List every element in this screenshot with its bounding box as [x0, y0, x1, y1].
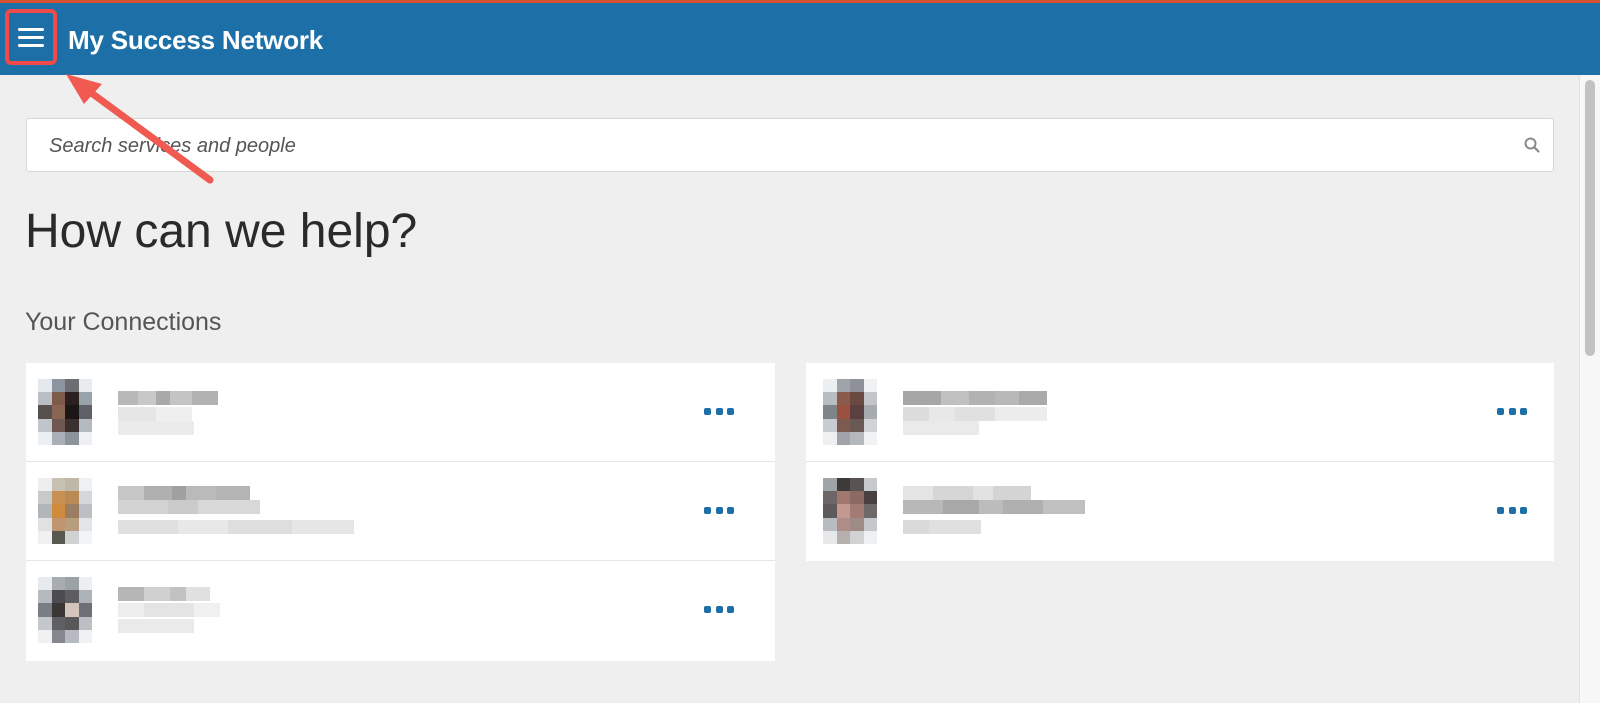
- connections-heading: Your Connections: [25, 308, 222, 336]
- connection-name-redacted: [903, 391, 1047, 405]
- app-title: My Success Network: [68, 25, 324, 55]
- search-input[interactable]: [47, 119, 1511, 173]
- connection-card[interactable]: [26, 462, 775, 561]
- connection-card[interactable]: [26, 561, 775, 660]
- avatar: [823, 478, 877, 544]
- connection-detail-redacted: [118, 520, 354, 534]
- page-headline: How can we help?: [25, 205, 418, 258]
- scrollbar[interactable]: [1579, 75, 1600, 703]
- more-options-icon[interactable]: [704, 599, 734, 619]
- connection-name-redacted: [118, 500, 260, 514]
- connection-card[interactable]: [806, 363, 1554, 462]
- hamburger-menu-icon: [18, 27, 44, 47]
- connection-name: [806, 363, 807, 364]
- avatar: [38, 478, 92, 544]
- connection-name-redacted: [903, 486, 1031, 500]
- scrollbar-thumb[interactable]: [1585, 80, 1595, 356]
- connection-name: [26, 363, 27, 364]
- more-options-icon[interactable]: [1497, 500, 1527, 520]
- connection-detail: [26, 561, 27, 562]
- connection-name-redacted: [118, 486, 250, 500]
- connection-name: [26, 462, 27, 463]
- avatar: [38, 577, 92, 643]
- connection-detail-redacted: [903, 407, 1047, 421]
- connection-card[interactable]: [806, 462, 1554, 561]
- avatar: [38, 379, 92, 445]
- search-icon[interactable]: [1523, 136, 1541, 154]
- more-options-icon[interactable]: [704, 500, 734, 520]
- connection-name-redacted: [118, 391, 218, 405]
- connection-name: [26, 561, 27, 562]
- connection-detail: [26, 462, 27, 463]
- connections-list-left: [26, 363, 775, 661]
- connection-detail-redacted: [118, 407, 192, 421]
- connection-detail-redacted: [903, 421, 979, 435]
- menu-button[interactable]: [5, 9, 57, 65]
- search-box: [26, 118, 1554, 173]
- more-options-icon[interactable]: [1497, 401, 1527, 421]
- connection-detail-redacted: [903, 520, 981, 534]
- connection-detail: [26, 363, 27, 364]
- connection-name-redacted: [903, 500, 1085, 514]
- connection-name-redacted: [118, 587, 210, 601]
- connection-card[interactable]: [26, 363, 775, 462]
- connection-name: [806, 462, 807, 463]
- connection-detail-redacted: [118, 619, 194, 633]
- connection-detail-redacted: [118, 421, 194, 435]
- more-options-icon[interactable]: [704, 401, 734, 421]
- avatar: [823, 379, 877, 445]
- app-header: My Success Network: [0, 3, 1600, 75]
- connection-detail: [806, 462, 807, 463]
- connections-list-right: [806, 363, 1554, 561]
- connection-detail-redacted: [118, 603, 220, 617]
- connection-detail: [806, 363, 807, 364]
